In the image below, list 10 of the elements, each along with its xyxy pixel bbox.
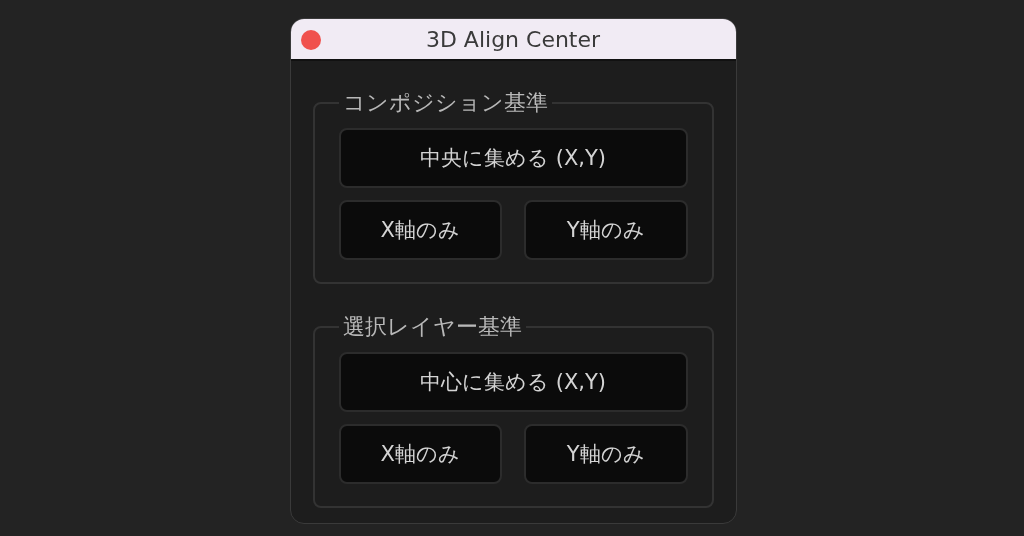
close-icon[interactable] [300, 30, 321, 50]
align-button[interactable]: X軸のみ [338, 200, 502, 260]
align-button[interactable]: X軸のみ [338, 424, 502, 484]
group-label: コンポジション基準 [341, 89, 549, 117]
align-button[interactable]: Y軸のみ [524, 424, 688, 484]
align-button[interactable]: 中央に集める (X,Y) [338, 128, 688, 188]
window-title: 3D Align Center [425, 26, 601, 52]
align-button[interactable]: 中心に集める (X,Y) [338, 352, 688, 412]
align-button[interactable]: Y軸のみ [524, 200, 688, 260]
group-label: 選択レイヤー基準 [341, 313, 523, 341]
